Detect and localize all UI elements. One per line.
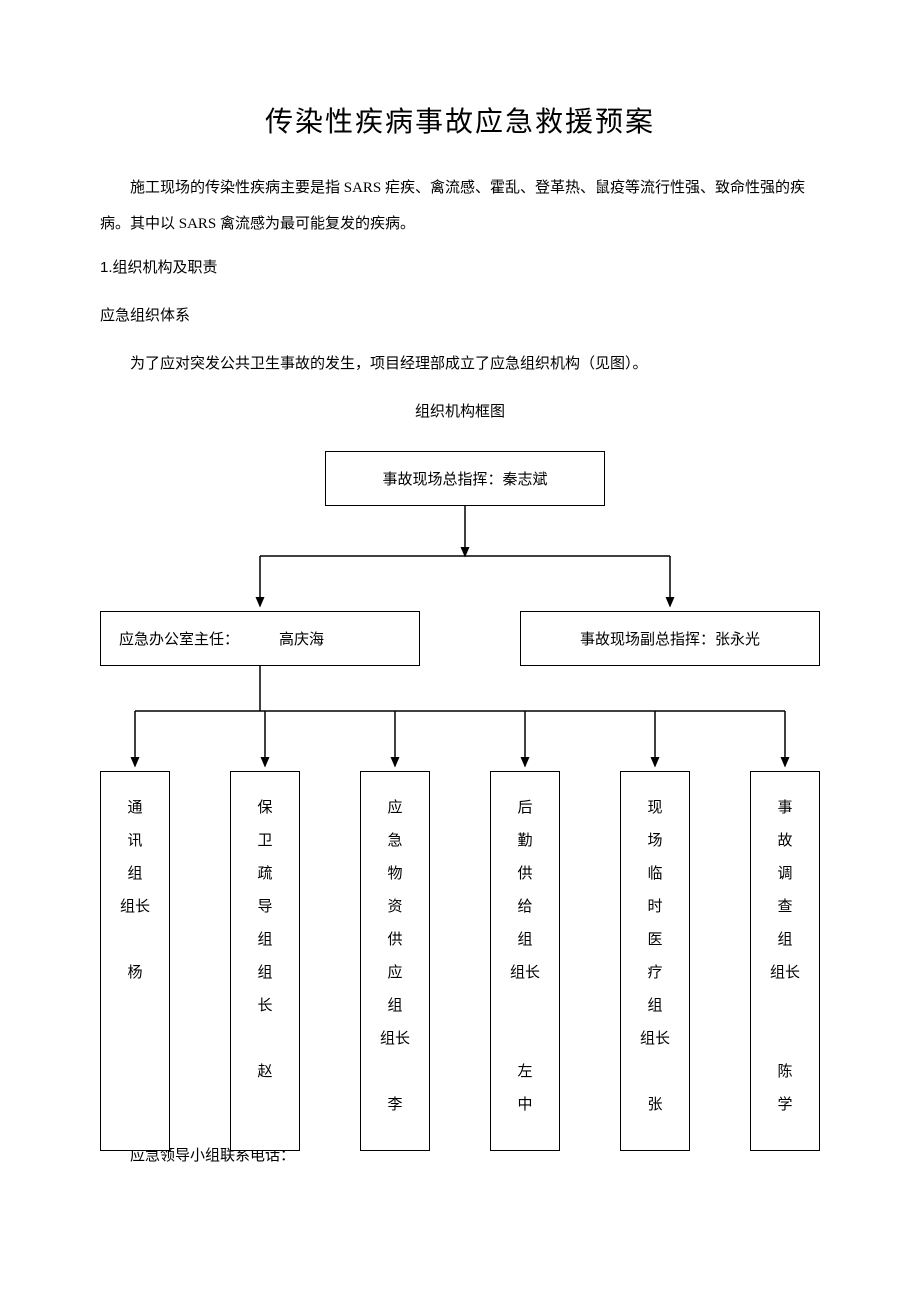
org-bottom-line: 供: [517, 858, 532, 891]
org-bottom-line: 资: [387, 891, 402, 924]
org-bottom-line: 组长: [770, 957, 800, 990]
org-bottom-box-3: 应急物资供应组组长 李: [360, 771, 430, 1151]
org-top-box: 事故现场总指挥：秦志斌: [325, 451, 605, 506]
org-bottom-line: 应: [387, 957, 402, 990]
org-bottom-line: 现: [647, 792, 662, 825]
org-chart: 事故现场总指挥：秦志斌 应急办公室主任： 高庆海 事故现场副总指挥：张永光 通讯…: [100, 451, 820, 1151]
org-mid-right-box: 事故现场副总指挥：张永光: [520, 611, 820, 666]
org-bottom-line: 组: [127, 858, 142, 891]
org-bottom-line: 疏: [257, 858, 272, 891]
org-bottom-line: 左: [517, 1056, 532, 1089]
org-bottom-line: 临: [647, 858, 662, 891]
org-bottom-line: 组: [387, 990, 402, 1023]
org-bottom-line: 李: [387, 1089, 402, 1122]
org-bottom-box-6: 事故调查组组长 陈学: [750, 771, 820, 1151]
section-heading-1: 1.组织机构及职责: [100, 250, 820, 286]
org-bottom-line: 通: [127, 792, 142, 825]
chart-caption: 组织机构框图: [100, 400, 820, 421]
org-bottom-line: 中: [517, 1089, 532, 1122]
org-mid-left-name: 高庆海: [279, 628, 324, 649]
org-bottom-line: 组长: [120, 891, 150, 924]
org-bottom-line: 时: [647, 891, 662, 924]
org-bottom-line: 供: [387, 924, 402, 957]
org-bottom-line: 长: [257, 990, 272, 1023]
org-bottom-box-1: 通讯组组长 杨: [100, 771, 170, 1151]
org-bottom-line: [653, 1056, 657, 1089]
org-bottom-line: [133, 924, 137, 957]
org-top-label: 事故现场总指挥：秦志斌: [382, 468, 547, 489]
org-bottom-line: [523, 1023, 527, 1056]
paragraph-2: 为了应对突发公共卫生事故的发生，项目经理部成立了应急组织机构（见图）。: [100, 346, 820, 382]
org-bottom-line: 导: [257, 891, 272, 924]
org-bottom-line: 勤: [517, 825, 532, 858]
org-bottom-line: 组: [257, 924, 272, 957]
sub-heading-1: 应急组织体系: [100, 298, 820, 334]
org-bottom-line: 后: [517, 792, 532, 825]
org-bottom-line: 杨: [127, 957, 142, 990]
chart-connectors: [100, 451, 820, 1151]
intro-paragraph: 施工现场的传染性疾病主要是指 SARS 疟疾、禽流感、霍乱、登革热、鼠疫等流行性…: [100, 170, 820, 242]
org-bottom-line: 物: [387, 858, 402, 891]
org-bottom-line: 应: [387, 792, 402, 825]
org-bottom-line: [263, 1023, 267, 1056]
org-bottom-line: 讯: [127, 825, 142, 858]
org-bottom-line: 组长: [380, 1023, 410, 1056]
org-bottom-line: 疗: [647, 957, 662, 990]
org-bottom-line: 调: [777, 858, 792, 891]
org-bottom-line: [783, 1023, 787, 1056]
org-bottom-line: [393, 1056, 397, 1089]
org-mid-left-prefix: 应急办公室主任：: [119, 628, 239, 649]
org-bottom-box-4: 后勤供给组组长 左中: [490, 771, 560, 1151]
org-bottom-line: 故: [777, 825, 792, 858]
org-bottom-line: 卫: [257, 825, 272, 858]
org-bottom-line: 组: [257, 957, 272, 990]
org-bottom-line: 组: [777, 924, 792, 957]
org-bottom-box-5: 现场临时医疗组组长 张: [620, 771, 690, 1151]
page-title: 传染性疾病事故应急救援预案: [100, 100, 820, 140]
org-mid-left-box: 应急办公室主任： 高庆海: [100, 611, 420, 666]
org-bottom-line: 组: [517, 924, 532, 957]
org-bottom-line: 组: [647, 990, 662, 1023]
org-bottom-line: 张: [647, 1089, 662, 1122]
org-bottom-line: 赵: [257, 1056, 272, 1089]
org-bottom-line: [523, 990, 527, 1023]
org-bottom-line: 查: [777, 891, 792, 924]
org-bottom-line: 医: [647, 924, 662, 957]
org-bottom-line: 场: [647, 825, 662, 858]
org-bottom-line: [783, 990, 787, 1023]
org-bottom-line: 事: [777, 792, 792, 825]
org-bottom-box-2: 保卫疏导组组长 赵: [230, 771, 300, 1151]
org-bottom-line: 给: [517, 891, 532, 924]
org-bottom-line: 组长: [510, 957, 540, 990]
org-bottom-line: 陈: [777, 1056, 792, 1089]
org-mid-right-label: 事故现场副总指挥：张永光: [580, 628, 760, 649]
org-bottom-line: 组长: [640, 1023, 670, 1056]
org-bottom-line: 急: [387, 825, 402, 858]
org-bottom-line: 保: [257, 792, 272, 825]
org-bottom-line: 学: [777, 1089, 792, 1122]
